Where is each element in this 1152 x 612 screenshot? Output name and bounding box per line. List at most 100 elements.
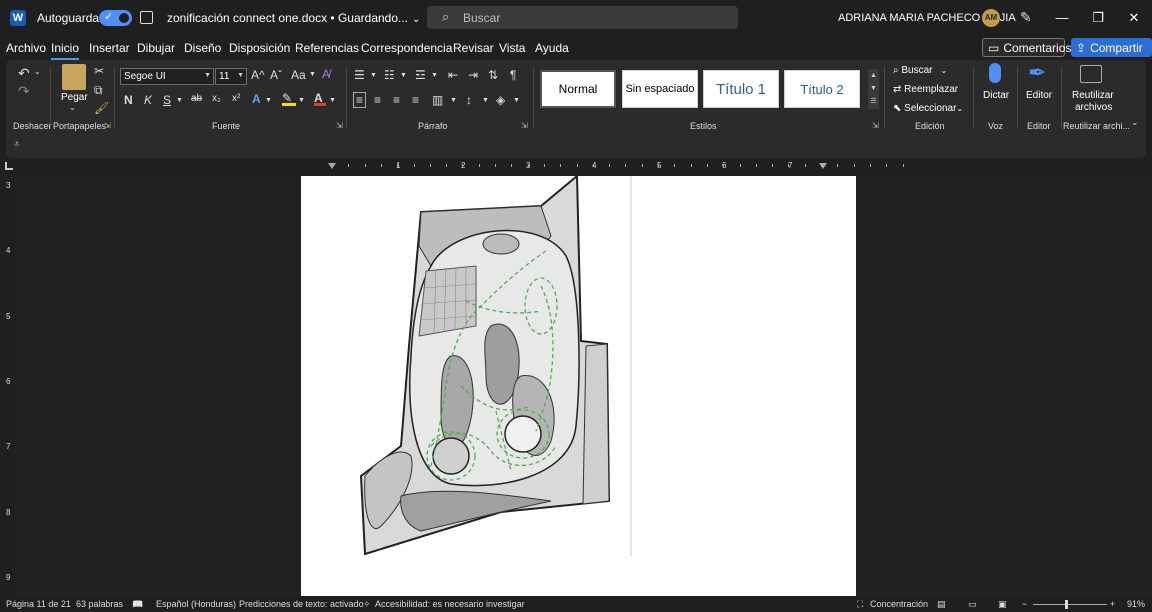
word-count[interactable]: 63 palabras xyxy=(76,599,123,609)
tab-correspondencia[interactable]: Correspondencia xyxy=(361,41,452,55)
font-launcher-icon[interactable]: ⇲ xyxy=(336,121,343,130)
zoom-out-icon[interactable]: − xyxy=(1022,599,1027,609)
paste-icon[interactable] xyxy=(62,64,86,90)
tab-disposicion[interactable]: Disposición xyxy=(229,41,290,55)
zoom-slider-thumb[interactable] xyxy=(1065,600,1068,609)
customize-toolbar-icon[interactable]: ⩡ xyxy=(14,139,20,150)
pen-icon[interactable]: ✎ xyxy=(1020,9,1032,26)
print-layout-icon[interactable]: ▭ xyxy=(968,599,977,610)
format-painter-icon[interactable]: 🖌 xyxy=(94,102,109,114)
page-count[interactable]: Página 11 de 21 xyxy=(6,599,71,609)
tab-dibujar[interactable]: Dibujar xyxy=(137,41,175,55)
numbering-dropdown-icon[interactable]: ▼ xyxy=(400,72,407,79)
microphone-icon[interactable] xyxy=(989,63,1001,83)
tab-revisar[interactable]: Revisar xyxy=(453,41,494,55)
multilevel-list-icon[interactable]: ☲ xyxy=(415,69,426,81)
font-color-icon[interactable]: A xyxy=(314,92,326,106)
style-heading-2[interactable]: Título 2 xyxy=(784,70,860,108)
replace-button[interactable]: ⇄ Reemplazar xyxy=(893,84,958,95)
scroll-up-icon[interactable]: ▲ xyxy=(868,69,879,82)
restore-icon[interactable]: ❐ xyxy=(1083,6,1113,30)
tab-referencias[interactable]: Referencias xyxy=(295,41,359,55)
tab-ayuda[interactable]: Ayuda xyxy=(535,41,569,55)
style-no-spacing[interactable]: Sin espaciado xyxy=(622,70,698,108)
autosave-toggle[interactable]: ✓ xyxy=(99,10,132,26)
comments-button[interactable]: ▭ Comentarios xyxy=(982,38,1071,57)
multilevel-dropdown-icon[interactable]: ▼ xyxy=(431,72,438,79)
paste-label[interactable]: Pegar xyxy=(61,92,88,103)
collapse-ribbon-icon[interactable]: ⌄ xyxy=(1131,118,1139,127)
style-heading-1[interactable]: Título 1 xyxy=(703,70,779,108)
book-icon[interactable]: 📖 xyxy=(132,599,143,610)
decrease-indent-icon[interactable]: ⇤ xyxy=(448,69,458,81)
numbering-icon[interactable]: ☷ xyxy=(384,69,395,81)
zoom-in-icon[interactable]: + xyxy=(1110,599,1115,609)
scroll-down-icon[interactable]: ▼ xyxy=(868,82,879,95)
bold-button[interactable]: N xyxy=(124,94,133,106)
text-effects-dropdown-icon[interactable]: ▼ xyxy=(265,97,272,104)
undo-icon[interactable]: ↶ xyxy=(18,66,30,80)
paragraph-launcher-icon[interactable]: ⇲ xyxy=(521,121,528,130)
select-button[interactable]: ⬉ Seleccionar⌄ xyxy=(893,103,963,114)
search-box[interactable]: ⌕ Buscar xyxy=(427,6,738,29)
web-layout-icon[interactable]: ▣ xyxy=(998,599,1007,610)
line-spacing-icon[interactable]: ↕ xyxy=(466,94,472,106)
undo-dropdown-icon[interactable]: ⌄ xyxy=(34,68,41,76)
zoom-slider[interactable] xyxy=(1033,604,1107,605)
vertical-ruler[interactable]: 3 4 5 6 7 8 9 xyxy=(3,176,15,596)
subscript-button[interactable]: x₂ xyxy=(212,94,221,104)
dictate-button[interactable]: Dictar xyxy=(983,90,1009,101)
show-marks-button[interactable]: ¶ xyxy=(510,69,516,81)
save-icon[interactable] xyxy=(140,11,153,24)
close-icon[interactable]: ✕ xyxy=(1119,6,1149,30)
horizontal-ruler[interactable]: 1 2 3 4 5 6 7 xyxy=(300,160,904,174)
text-predictions[interactable]: Predicciones de texto: activado xyxy=(239,599,364,609)
highlight-dropdown-icon[interactable]: ▼ xyxy=(298,97,305,104)
tab-archivo[interactable]: Archivo xyxy=(6,41,46,55)
tab-selector-icon[interactable] xyxy=(5,162,13,170)
shrink-font-button[interactable]: Aˇ xyxy=(270,69,282,81)
columns-icon[interactable]: ▥ xyxy=(432,94,443,106)
gallery-more-icon[interactable]: ☰ xyxy=(868,95,879,108)
align-center-icon[interactable]: ≡ xyxy=(374,94,381,106)
find-button[interactable]: ⌕ Buscar ⌄ xyxy=(893,65,947,76)
language-indicator[interactable]: Español (Honduras) xyxy=(156,599,236,609)
site-plan-image[interactable] xyxy=(301,176,856,596)
line-spacing-dropdown-icon[interactable]: ▼ xyxy=(482,97,489,104)
avatar[interactable]: AM xyxy=(982,9,1000,27)
text-effects-icon[interactable]: A xyxy=(252,93,261,105)
underline-button[interactable]: S xyxy=(163,94,171,106)
superscript-button[interactable]: x² xyxy=(232,94,240,104)
clear-formatting-icon[interactable]: A̸ xyxy=(322,68,330,80)
reuse-files-line1[interactable]: Reutilizar xyxy=(1072,90,1114,101)
accessibility-status[interactable]: Accesibilidad: es necesario investigar xyxy=(375,599,525,609)
cut-icon[interactable]: ✂ xyxy=(94,65,104,77)
editor-pen-icon[interactable]: ✒ xyxy=(1028,62,1046,84)
document-page[interactable] xyxy=(301,176,856,596)
strikethrough-button[interactable]: ab xyxy=(191,94,202,104)
minimize-icon[interactable]: — xyxy=(1047,6,1077,30)
reuse-files-line2[interactable]: archivos xyxy=(1075,102,1112,113)
reuse-files-icon[interactable] xyxy=(1080,65,1102,83)
clipboard-launcher-icon[interactable]: ⇲ xyxy=(104,121,111,130)
grow-font-button[interactable]: A^ xyxy=(251,69,265,81)
underline-dropdown-icon[interactable]: ▼ xyxy=(176,97,183,104)
document-title[interactable]: zonificación connect one.docx • Guardand… xyxy=(167,11,420,25)
sort-icon[interactable]: ⇅ xyxy=(488,69,498,81)
tab-vista[interactable]: Vista xyxy=(499,41,525,55)
change-case-dropdown-icon[interactable]: ▼ xyxy=(309,71,316,78)
tab-inicio[interactable]: Inicio xyxy=(51,41,80,60)
justify-icon[interactable]: ≡ xyxy=(412,94,419,106)
font-size-select[interactable]: 11 ▼ xyxy=(215,68,247,85)
copy-icon[interactable]: ⧉ xyxy=(94,84,103,96)
styles-launcher-icon[interactable]: ⇲ xyxy=(872,121,879,130)
increase-indent-icon[interactable]: ⇥ xyxy=(468,69,478,81)
tab-diseno[interactable]: Diseño xyxy=(184,41,221,55)
italic-button[interactable]: K xyxy=(144,94,152,106)
bullets-dropdown-icon[interactable]: ▼ xyxy=(370,72,377,79)
share-button[interactable]: ⇪ Compartir xyxy=(1071,38,1152,57)
paste-dropdown-icon[interactable]: ⌄ xyxy=(69,104,76,112)
columns-dropdown-icon[interactable]: ▼ xyxy=(450,97,457,104)
redo-icon[interactable]: ↷ xyxy=(18,84,30,98)
zoom-percent[interactable]: 91% xyxy=(1127,599,1145,609)
